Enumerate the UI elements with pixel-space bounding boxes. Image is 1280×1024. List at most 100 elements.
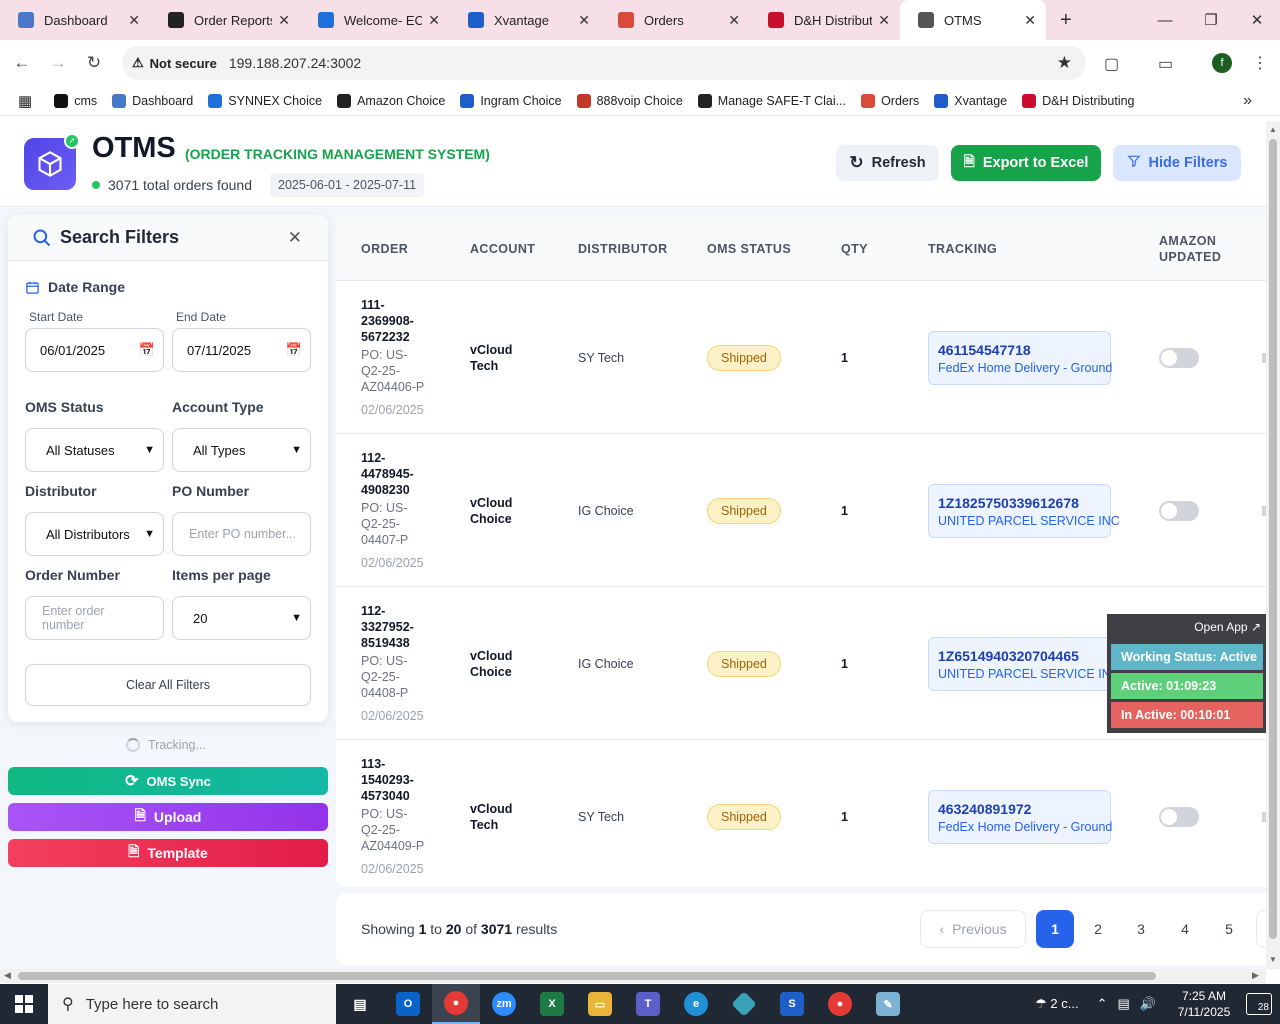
tab-close-icon[interactable]: ✕ [1024, 12, 1036, 29]
bookmark-item[interactable]: SYNNEX Choice [208, 93, 322, 108]
table-row[interactable]: 112- 4478945- 4908230 PO: US- Q2-25- 04407-P 0… [336, 434, 1266, 587]
tracking-number[interactable]: 461154547718 [938, 342, 1110, 358]
clear-filters-button[interactable]: Clear All Filters [25, 664, 311, 706]
hide-filters-button[interactable]: Hide Filters [1113, 145, 1241, 181]
po-number-input[interactable]: Enter PO number... [172, 512, 311, 556]
export-excel-button[interactable]: 🗎 Export to Excel [951, 145, 1101, 181]
browser-tab[interactable]: OTMS ✕ [900, 0, 1046, 40]
network-icon[interactable]: ▤ [1118, 996, 1130, 1012]
volume-icon[interactable]: 🔊 [1140, 996, 1156, 1012]
column-amazon-updated[interactable]: AMAZON UPDATED [1159, 233, 1239, 265]
previous-page-button[interactable]: ‹ Previous [920, 910, 1026, 948]
close-window-icon[interactable]: ✕ [1234, 11, 1280, 29]
apps-grid-icon[interactable]: ▦ [18, 92, 32, 110]
url-text[interactable]: 199.188.207.24:3002 [229, 55, 361, 71]
tracking-card[interactable]: 461154547718 FedEx Home Delivery - Ground [928, 331, 1112, 385]
column-tracking[interactable]: TRACKING [928, 241, 997, 257]
edge-icon[interactable]: e [672, 984, 720, 1024]
bookmark-item[interactable]: Orders [861, 93, 919, 108]
calendar-picker-icon[interactable]: 📅 [286, 342, 302, 358]
tab-close-icon[interactable]: ✕ [128, 12, 140, 29]
restore-icon[interactable]: ❐ [1188, 11, 1234, 29]
bookmark-item[interactable]: 888voip Choice [576, 93, 683, 108]
end-date-input[interactable]: 07/11/2025 📅 [172, 328, 311, 372]
chevron-up-icon[interactable]: ⌃ [1097, 996, 1108, 1012]
refresh-button[interactable]: ↻ Refresh [836, 145, 939, 181]
excel-icon[interactable]: X [528, 984, 576, 1024]
minimize-icon[interactable]: — [1142, 12, 1188, 29]
browser-tab[interactable]: Orders ✕ [600, 0, 750, 40]
column-order[interactable]: ORDER [361, 241, 408, 257]
file-explorer-icon[interactable]: ▭ [576, 984, 624, 1024]
browser-tab[interactable]: Welcome- ECE ✕ [300, 0, 450, 40]
calendar-picker-icon[interactable]: 📅 [139, 342, 155, 358]
page-button[interactable]: 3 [1122, 910, 1160, 948]
scroll-down-icon[interactable]: ▼ [1269, 955, 1277, 964]
amazon-updated-toggle[interactable] [1159, 807, 1199, 827]
amazon-updated-toggle[interactable] [1159, 348, 1199, 368]
tracking-card[interactable]: 463240891972 FedEx Home Delivery - Ground [928, 790, 1112, 844]
distributor-select[interactable]: All Distributors ▼ [25, 512, 164, 556]
back-icon[interactable]: ← [4, 53, 40, 73]
outlook-icon[interactable]: O [384, 984, 432, 1024]
account-type-select[interactable]: All Types ▼ [172, 428, 311, 472]
bookmark-item[interactable]: D&H Distributing [1022, 93, 1135, 108]
order-id[interactable]: 113- 1540293- 4573040 [361, 756, 431, 804]
zoom-icon[interactable]: zm [480, 984, 528, 1024]
tracking-card[interactable]: 1Z6514940320704465 UNITED PARCEL SERVICE … [928, 637, 1120, 691]
order-id[interactable]: 112- 3327952- 8519438 [361, 603, 431, 651]
column-oms-status[interactable]: OMS STATUS [707, 241, 791, 257]
vertical-scroll-thumb[interactable] [1269, 139, 1277, 939]
extensions-icon[interactable]: ▢ [1104, 54, 1119, 74]
column-account[interactable]: ACCOUNT [470, 241, 535, 257]
tab-close-icon[interactable]: ✕ [728, 12, 740, 29]
bookmark-item[interactable]: Xvantage [934, 93, 1007, 108]
horizontal-scroll-thumb[interactable] [18, 972, 1156, 980]
order-number-input[interactable]: Enter order number [25, 596, 164, 640]
page-button[interactable]: 4 [1166, 910, 1204, 948]
bookmarks-overflow-icon[interactable]: » [1243, 92, 1252, 110]
items-per-page-select[interactable]: 20 ▼ [172, 596, 311, 640]
teams-icon[interactable]: T [624, 984, 672, 1024]
chrome-profile-icon[interactable]: ● [816, 984, 864, 1024]
start-date-input[interactable]: 06/01/2025 📅 [25, 328, 164, 372]
horizontal-scrollbar[interactable]: ◀ ▶ [0, 969, 1266, 983]
amazon-updated-toggle[interactable] [1159, 501, 1199, 521]
upload-button[interactable]: 🗎 Upload [8, 803, 328, 831]
oms-status-select[interactable]: All Statuses ▼ [25, 428, 164, 472]
weather-widget[interactable]: ☂ 2 c... [1035, 996, 1078, 1012]
scroll-up-icon[interactable]: ▲ [1269, 125, 1277, 134]
not-secure-indicator[interactable]: ⚠ Not secure [132, 55, 229, 71]
tab-close-icon[interactable]: ✕ [428, 12, 440, 29]
clock[interactable]: 7:25 AM 7/11/2025 [1166, 988, 1242, 1020]
bookmark-star-icon[interactable]: ★ [1057, 53, 1072, 73]
column-qty[interactable]: QTY [841, 241, 868, 257]
order-id[interactable]: 111- 2369908- 5672232 [361, 297, 431, 345]
cast-icon[interactable]: ▭ [1158, 54, 1173, 74]
close-filters-icon[interactable]: ✕ [288, 228, 302, 248]
reload-icon[interactable]: ↻ [76, 53, 112, 73]
new-tab-icon[interactable]: + [1060, 9, 1072, 32]
scroll-right-icon[interactable]: ▶ [1252, 970, 1259, 981]
next-page-button-edge[interactable] [1256, 910, 1266, 948]
vertical-scrollbar[interactable]: ▲ ▼ [1266, 121, 1280, 969]
xvantage-app-icon[interactable]: S [768, 984, 816, 1024]
tab-close-icon[interactable]: ✕ [578, 12, 590, 29]
start-button[interactable] [0, 984, 48, 1024]
column-distributor[interactable]: DISTRIBUTOR [578, 241, 668, 257]
oms-sync-button[interactable]: ⟳ OMS Sync [8, 767, 328, 795]
forward-icon[interactable]: → [40, 53, 76, 73]
open-app-link[interactable]: Open App ↗ [1194, 620, 1261, 634]
menu-kebab-icon[interactable]: ⋮ [1252, 53, 1268, 73]
browser-tab[interactable]: Dashboard ✕ [0, 0, 150, 40]
tracking-number[interactable]: 1Z6514940320704465 [938, 648, 1110, 664]
order-id[interactable]: 112- 4478945- 4908230 [361, 450, 431, 498]
bookmark-item[interactable]: cms [54, 93, 97, 108]
bookmark-item[interactable]: Manage SAFE-T Clai... [697, 93, 846, 108]
tab-close-icon[interactable]: ✕ [278, 12, 290, 29]
scroll-left-icon[interactable]: ◀ [4, 970, 11, 981]
bookmark-item[interactable]: Amazon Choice [337, 93, 445, 108]
taskbar-search[interactable]: ⚲ Type here to search [48, 984, 336, 1024]
browser-tab[interactable]: D&H Distributi ✕ [750, 0, 900, 40]
tracking-card[interactable]: 1Z1825750339612678 UNITED PARCEL SERVICE … [928, 484, 1120, 538]
